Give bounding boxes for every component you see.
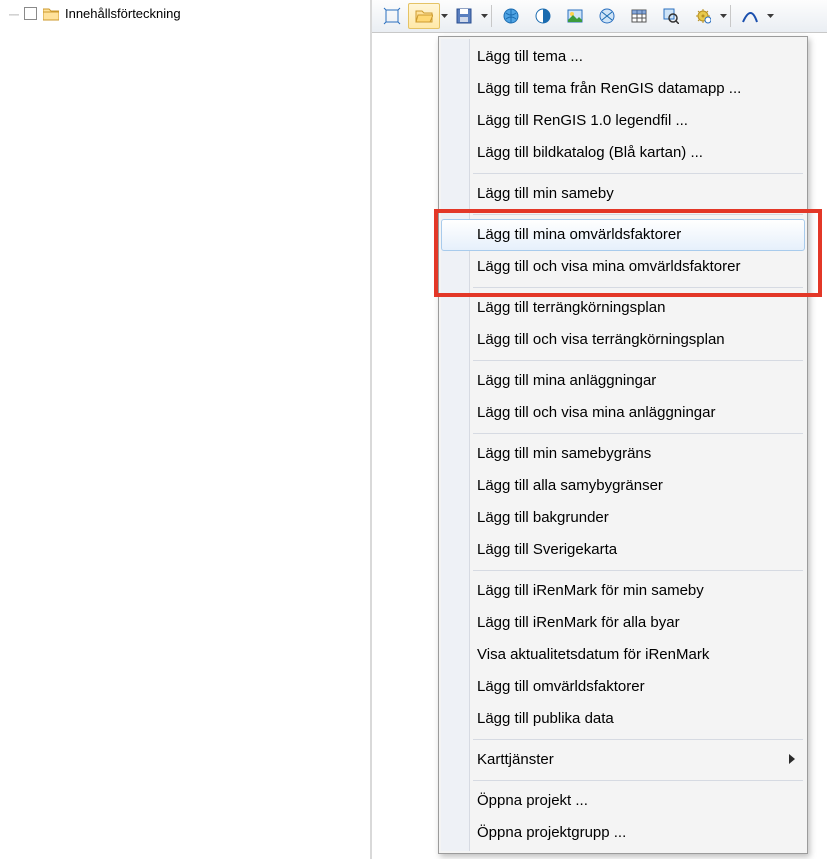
menu-separator: [473, 173, 803, 174]
tree-panel: ····· Innehållsförteckning: [0, 0, 372, 859]
menu-add-sverigekarta[interactable]: Lägg till Sverigekarta: [441, 534, 805, 566]
menu-add-theme-datamap[interactable]: Lägg till tema från RenGIS datamapp ...: [441, 73, 805, 105]
menu-add-bakgrunder[interactable]: Lägg till bakgrunder: [441, 502, 805, 534]
menu-add-sameby[interactable]: Lägg till min sameby: [441, 178, 805, 210]
menu-add-show-anlagg[interactable]: Lägg till och visa mina anläggningar: [441, 397, 805, 429]
toolbar: [372, 0, 827, 33]
map-layers-button[interactable]: [591, 3, 623, 29]
tree-root-checkbox[interactable]: [24, 7, 37, 20]
save-dropdown[interactable]: [480, 4, 488, 28]
settings-dropdown[interactable]: [719, 4, 727, 28]
menu-add-catalog[interactable]: Lägg till bildkatalog (Blå kartan) ...: [441, 137, 805, 169]
globe-button[interactable]: [495, 3, 527, 29]
zoom-full-button[interactable]: [376, 3, 408, 29]
menu-add-publika[interactable]: Lägg till publika data: [441, 703, 805, 735]
menu-separator: [473, 287, 803, 288]
menu-add-alla-samybygranser[interactable]: Lägg till alla samybygränser: [441, 470, 805, 502]
menu-open-project-group[interactable]: Öppna projektgrupp ...: [441, 817, 805, 849]
save-button[interactable]: [448, 3, 480, 29]
menu-open-project[interactable]: Öppna projekt ...: [441, 785, 805, 817]
menu-add-samebygrans[interactable]: Lägg till min samebygräns: [441, 438, 805, 470]
menu-add-anlagg[interactable]: Lägg till mina anläggningar: [441, 365, 805, 397]
menu-add-show-terrang[interactable]: Lägg till och visa terrängkörningsplan: [441, 324, 805, 356]
menu-irenmark-alla[interactable]: Lägg till iRenMark för alla byar: [441, 607, 805, 639]
folder-icon: [43, 7, 59, 21]
menu-karttjanster[interactable]: Karttjänster: [441, 744, 805, 776]
settings-gear-button[interactable]: [687, 3, 719, 29]
tree-connector: ·····: [8, 7, 18, 21]
tree-root-row[interactable]: ····· Innehållsförteckning: [0, 6, 370, 21]
menu-add-show-omvarld[interactable]: Lägg till och visa mina omvärldsfaktorer: [441, 251, 805, 283]
submenu-arrow-icon: [789, 750, 795, 770]
menu-separator: [473, 780, 803, 781]
menu-add-omvarld[interactable]: Lägg till mina omvärldsfaktorer: [441, 219, 805, 251]
menu-separator: [473, 433, 803, 434]
table-button[interactable]: [623, 3, 655, 29]
curve-tool-dropdown[interactable]: [766, 4, 774, 28]
menu-add-omvarldsfaktorer[interactable]: Lägg till omvärldsfaktorer: [441, 671, 805, 703]
picture-button[interactable]: [559, 3, 591, 29]
menu-add-legend[interactable]: Lägg till RenGIS 1.0 legendfil ...: [441, 105, 805, 137]
open-folder-menu: Lägg till tema ... Lägg till tema från R…: [438, 36, 808, 854]
tree-root-label: Innehållsförteckning: [65, 6, 181, 21]
menu-separator: [473, 214, 803, 215]
toolbar-separator: [730, 5, 731, 27]
open-folder-dropdown[interactable]: [440, 4, 448, 28]
menu-separator: [473, 739, 803, 740]
menu-irenmark-datum[interactable]: Visa aktualitetsdatum för iRenMark: [441, 639, 805, 671]
menu-add-theme[interactable]: Lägg till tema ...: [441, 41, 805, 73]
menu-irenmark-min[interactable]: Lägg till iRenMark för min sameby: [441, 575, 805, 607]
contrast-button[interactable]: [527, 3, 559, 29]
open-folder-button[interactable]: [408, 3, 440, 29]
toolbar-separator: [491, 5, 492, 27]
menu-separator: [473, 570, 803, 571]
magnify-button[interactable]: [655, 3, 687, 29]
menu-separator: [473, 360, 803, 361]
menu-add-terrang[interactable]: Lägg till terrängkörningsplan: [441, 292, 805, 324]
curve-tool-button[interactable]: [734, 3, 766, 29]
